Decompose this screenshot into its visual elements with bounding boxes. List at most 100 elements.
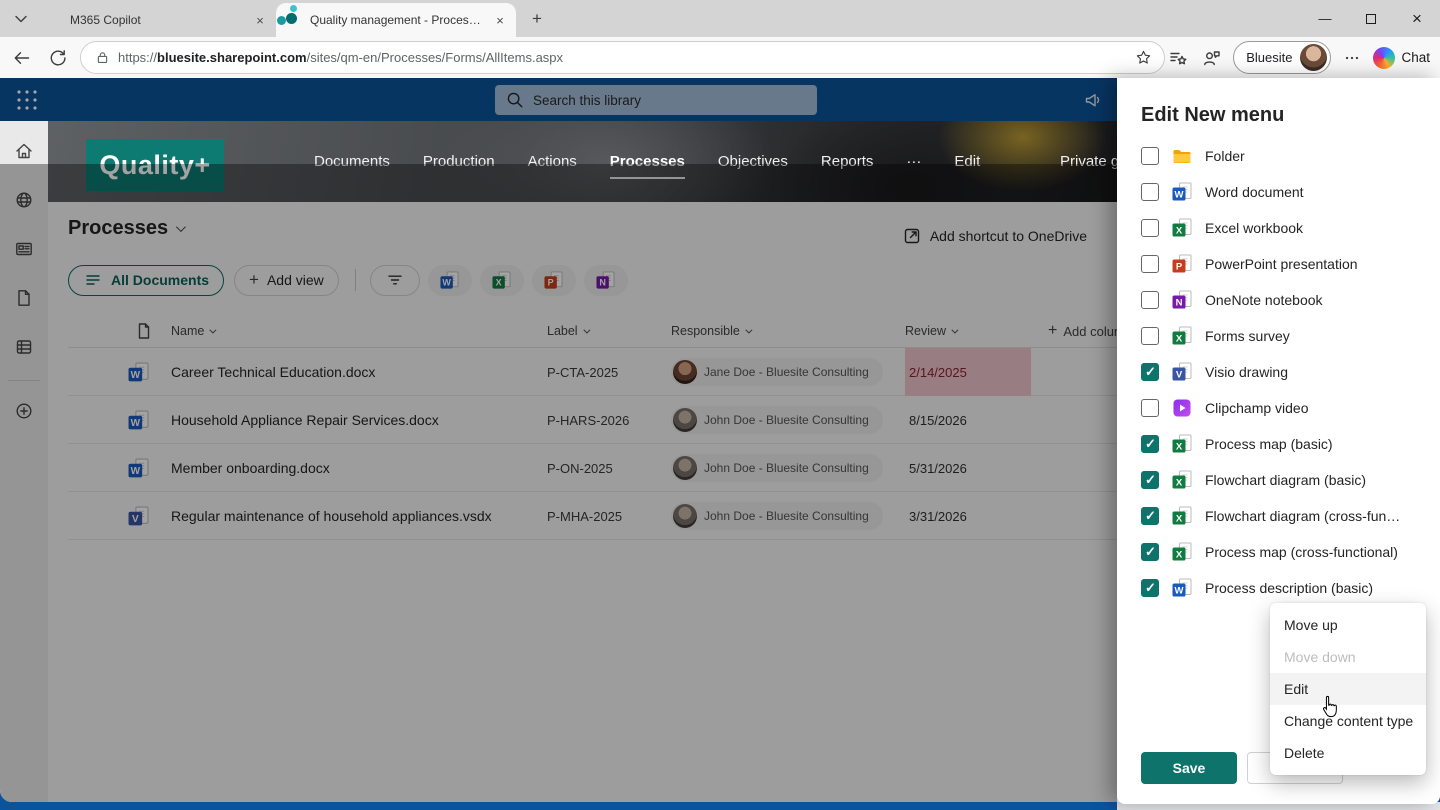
favorites-icon: [1168, 48, 1188, 68]
new-menu-item[interactable]: V Visio drawing: [1141, 354, 1430, 390]
browser-toolbar: https://bluesite.sharepoint.com/sites/qm…: [0, 37, 1440, 78]
home-icon: [14, 141, 34, 161]
excel-icon: X: [1172, 218, 1192, 238]
checkbox[interactable]: [1141, 579, 1159, 597]
excel-icon: X: [1172, 470, 1192, 490]
new-menu-list: Folder W Word document X Excel workbook …: [1141, 138, 1430, 606]
new-menu-item[interactable]: X Flowchart diagram (basic): [1141, 462, 1430, 498]
new-menu-item[interactable]: Clipchamp video: [1141, 390, 1430, 426]
new-menu-item[interactable]: N OneNote notebook: [1141, 282, 1430, 318]
tab-title: M365 Copilot: [70, 13, 141, 27]
copilot-icon: [46, 12, 62, 28]
folder-icon: [1172, 146, 1192, 166]
url-text: https://bluesite.sharepoint.com/sites/qm…: [118, 50, 564, 65]
chat-label: Chat: [1401, 50, 1430, 65]
browser-tab[interactable]: Quality management - Processes - ×: [276, 3, 516, 37]
context-menu-item[interactable]: Move up: [1270, 609, 1426, 641]
svg-text:X: X: [1176, 333, 1183, 344]
context-menu-item[interactable]: Edit: [1270, 673, 1426, 705]
settings-menu-button[interactable]: [1337, 43, 1367, 73]
new-menu-item[interactable]: X Excel workbook: [1141, 210, 1430, 246]
new-menu-item-label: Excel workbook: [1205, 220, 1304, 236]
svg-text:N: N: [1176, 297, 1183, 308]
browser-tabs: M365 Copilot × Quality management - Proc…: [36, 3, 516, 37]
checkbox[interactable]: [1141, 255, 1159, 273]
close-button[interactable]: ×: [1394, 0, 1440, 37]
excel-icon: X: [1172, 542, 1192, 562]
browser-tab[interactable]: M365 Copilot ×: [36, 3, 277, 37]
tab-close-icon[interactable]: ×: [492, 12, 508, 28]
context-menu-item[interactable]: Change content type: [1270, 705, 1426, 737]
new-menu-item[interactable]: W Word document: [1141, 174, 1430, 210]
checkbox[interactable]: [1141, 507, 1159, 525]
sharepoint-icon: [277, 5, 302, 28]
rail-button[interactable]: [8, 135, 40, 167]
modal-overlay-top: [0, 78, 1117, 121]
favorite-star-icon[interactable]: [1135, 49, 1152, 66]
modal-overlay: [0, 164, 1117, 802]
new-menu-item-label: Visio drawing: [1205, 364, 1289, 380]
copilot-icon: [1373, 46, 1396, 69]
reload-icon: [48, 48, 68, 68]
new-menu-item-label: Flowchart diagram (basic): [1205, 472, 1367, 488]
checkbox[interactable]: [1141, 219, 1159, 237]
svg-text:X: X: [1176, 441, 1183, 452]
ellipsis-icon: [1343, 49, 1361, 67]
checkbox[interactable]: [1141, 399, 1159, 417]
new-menu-item[interactable]: X Flowchart diagram (cross-fun…: [1141, 498, 1430, 534]
mouse-cursor: [1318, 695, 1340, 719]
new-menu-item[interactable]: X Process map (cross-functional): [1141, 534, 1430, 570]
checkbox[interactable]: [1141, 147, 1159, 165]
screen: M365 Copilot × Quality management - Proc…: [0, 0, 1440, 810]
copilot-chat-button[interactable]: Chat: [1373, 46, 1430, 69]
person-chat-icon: [1202, 48, 1222, 68]
lock-icon: [95, 50, 110, 65]
new-menu-item-label: Process map (cross-functional): [1205, 544, 1398, 560]
context-menu: Move up Move down Edit Change content type D…: [1270, 603, 1426, 775]
excel-icon: X: [1172, 326, 1192, 346]
onenote-icon: N: [1172, 290, 1192, 310]
new-menu-item[interactable]: Folder: [1141, 138, 1430, 174]
new-menu-item[interactable]: X Forms survey: [1141, 318, 1430, 354]
new-tab-button[interactable]: +: [524, 7, 550, 31]
tab-close-icon[interactable]: ×: [252, 12, 268, 28]
context-menu-item[interactable]: Move down: [1270, 641, 1426, 673]
checkbox[interactable]: [1141, 435, 1159, 453]
browser-tab-strip: M365 Copilot × Quality management - Proc…: [0, 0, 1440, 37]
save-button[interactable]: Save: [1141, 752, 1237, 784]
favorites-button[interactable]: [1163, 43, 1193, 73]
new-menu-item[interactable]: W Process description (basic): [1141, 570, 1430, 606]
back-icon: [12, 48, 32, 68]
new-menu-item-label: Folder: [1205, 148, 1245, 164]
checkbox[interactable]: [1141, 327, 1159, 345]
chevron-down-icon: [11, 9, 31, 29]
new-menu-item-label: Flowchart diagram (cross-fun…: [1205, 508, 1401, 524]
checkbox[interactable]: [1141, 543, 1159, 561]
checkbox[interactable]: [1141, 363, 1159, 381]
svg-text:X: X: [1176, 477, 1183, 488]
profile-button[interactable]: Bluesite: [1233, 41, 1332, 74]
profile-name: Bluesite: [1246, 50, 1293, 65]
word-icon: W: [1172, 578, 1192, 598]
checkbox[interactable]: [1141, 291, 1159, 309]
back-button[interactable]: [8, 44, 36, 72]
minimize-button[interactable]: —: [1302, 0, 1348, 37]
reload-button[interactable]: [44, 44, 72, 72]
clipchamp-icon: [1172, 398, 1192, 418]
new-menu-item-label: Process description (basic): [1205, 580, 1374, 596]
checkbox[interactable]: [1141, 183, 1159, 201]
window-controls: — ×: [1302, 0, 1440, 37]
checkbox[interactable]: [1141, 471, 1159, 489]
new-menu-item-label: Process map (basic): [1205, 436, 1333, 452]
new-menu-item[interactable]: P PowerPoint presentation: [1141, 246, 1430, 282]
svg-text:P: P: [1176, 261, 1183, 272]
browser-essentials-button[interactable]: [1197, 43, 1227, 73]
new-menu-item[interactable]: X Process map (basic): [1141, 426, 1430, 462]
toolbar-right: Bluesite Chat: [1161, 37, 1440, 78]
maximize-button[interactable]: [1348, 0, 1394, 37]
context-menu-item[interactable]: Delete: [1270, 737, 1426, 769]
new-menu-item-label: PowerPoint presentation: [1205, 256, 1358, 272]
word-icon: W: [1172, 182, 1192, 202]
tab-search-button[interactable]: [7, 6, 34, 32]
address-bar[interactable]: https://bluesite.sharepoint.com/sites/qm…: [80, 41, 1165, 74]
